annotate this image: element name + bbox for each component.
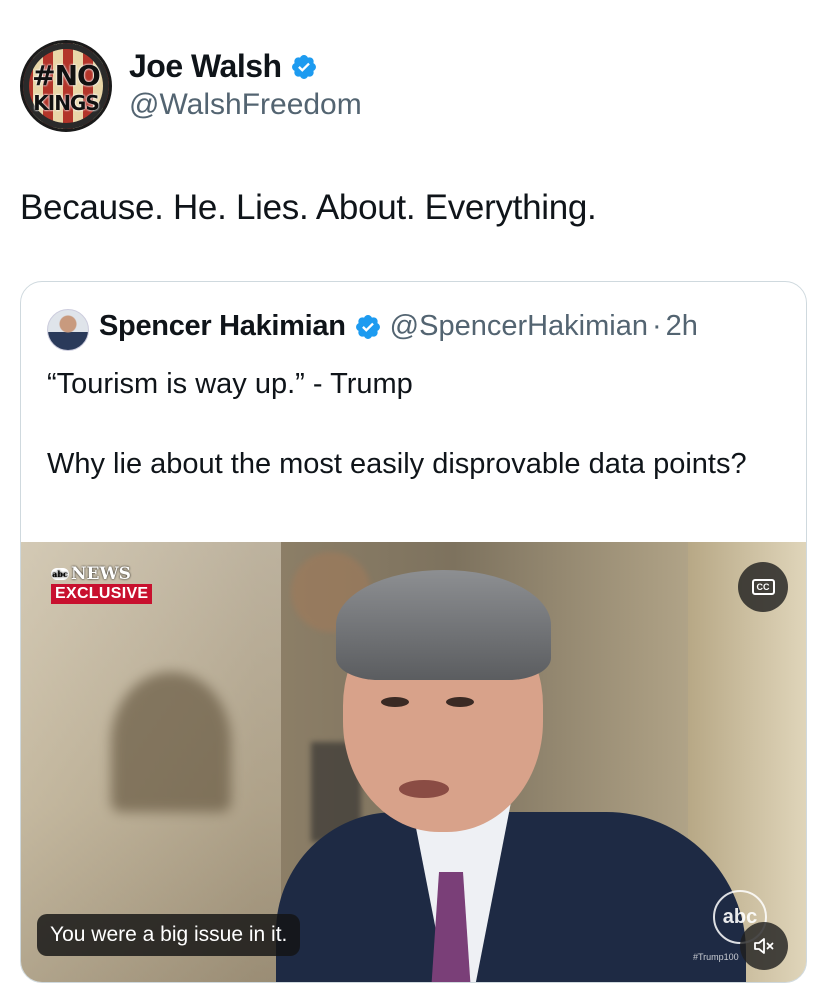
person-mouth bbox=[399, 780, 449, 798]
quoted-paragraph: “Tourism is way up.” - Trump bbox=[47, 368, 413, 400]
author-name[interactable]: Joe Walsh bbox=[129, 48, 318, 85]
tweet-text: Because. He. Lies. About. Everything. bbox=[20, 188, 597, 227]
quoted-timestamp[interactable]: 2h bbox=[666, 310, 698, 343]
person-hair bbox=[336, 570, 551, 680]
video-player[interactable]: abc NEWS EXCLUSIVE CC You were a big iss… bbox=[21, 542, 806, 982]
author-handle[interactable]: @WalshFreedom bbox=[129, 88, 362, 122]
author-name-text: Joe Walsh bbox=[129, 48, 282, 84]
avatar-text-line2: KINGS bbox=[33, 91, 100, 115]
speaker-muted-icon bbox=[754, 938, 774, 954]
avatar-text-line1: #NO bbox=[32, 59, 101, 92]
closed-captions-icon: CC bbox=[751, 579, 775, 595]
quoted-tweet-text: “Tourism is way up.” - Trump Why lie abo… bbox=[47, 364, 767, 524]
video-hashtag: #Trump100 bbox=[693, 952, 739, 962]
exclusive-label: EXCLUSIVE bbox=[51, 584, 153, 604]
verified-badge-icon bbox=[355, 314, 380, 339]
person-suit bbox=[276, 812, 746, 982]
closed-captions-button[interactable]: CC bbox=[738, 562, 788, 612]
quoted-author-name[interactable]: Spencer Hakimian bbox=[99, 310, 346, 343]
news-label: NEWS bbox=[71, 564, 131, 584]
person-eye bbox=[446, 697, 474, 707]
quoted-tweet-card[interactable]: Spencer Hakimian @SpencerHakimian · 2h “… bbox=[20, 281, 807, 983]
person-eye bbox=[381, 697, 409, 707]
quoted-author-handle[interactable]: @SpencerHakimian bbox=[390, 310, 648, 343]
abc-news-label: abc NEWS bbox=[51, 564, 131, 584]
mute-button[interactable] bbox=[740, 922, 788, 970]
abc-logo-icon: abc bbox=[51, 568, 69, 580]
quoted-author-avatar[interactable] bbox=[47, 309, 89, 351]
video-caption: You were a big issue in it. bbox=[37, 914, 301, 956]
abc-news-exclusive-badge: abc NEWS EXCLUSIVE bbox=[51, 564, 153, 604]
separator-dot: · bbox=[651, 310, 662, 342]
verified-badge-icon bbox=[291, 54, 316, 79]
video-background-lamp bbox=[111, 672, 231, 812]
quoted-paragraph: Why lie about the most easily disprovabl… bbox=[47, 448, 747, 480]
author-avatar[interactable]: #NO KINGS bbox=[20, 40, 112, 132]
quoted-tweet-header: Spencer Hakimian @SpencerHakimian · 2h bbox=[99, 310, 698, 343]
